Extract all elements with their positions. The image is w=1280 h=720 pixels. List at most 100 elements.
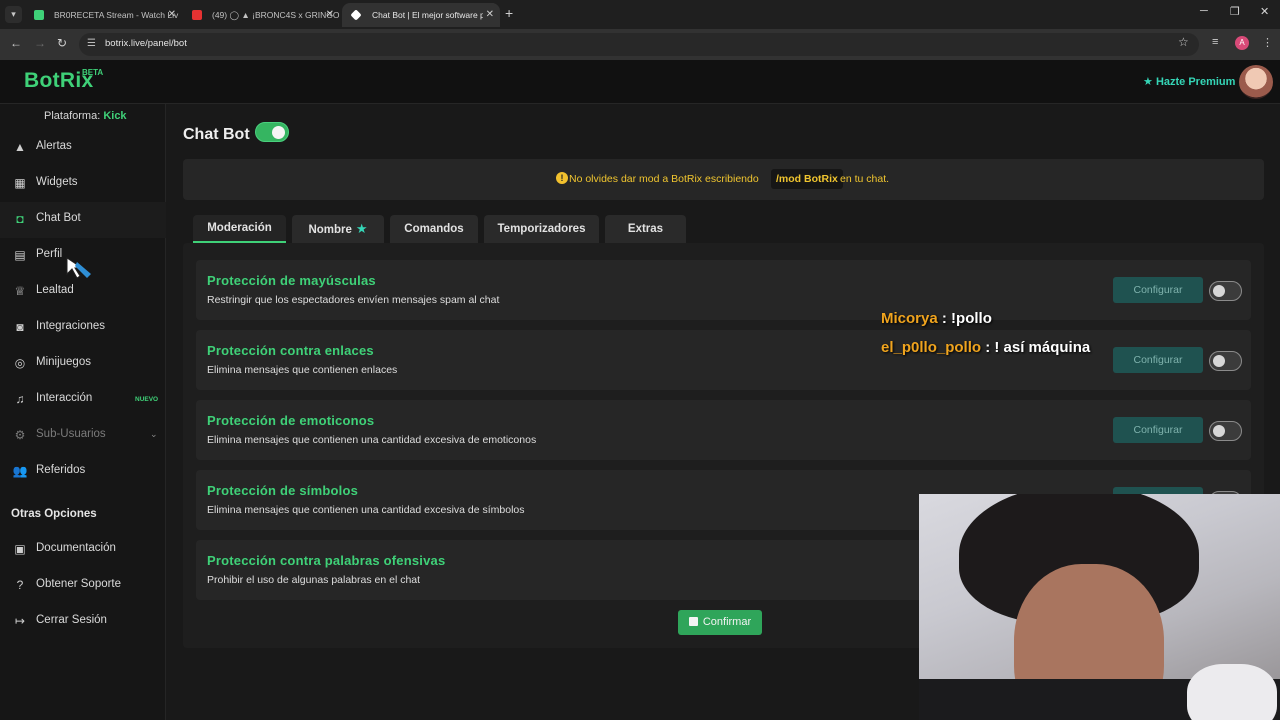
browser-tab-kick[interactable]: BR0RECETA Stream - Watch Liv ✕ [24, 3, 182, 27]
configure-button[interactable]: Configurar [1113, 277, 1203, 303]
tab-label: Moderación [207, 222, 272, 234]
grid-icon: ▦ [14, 176, 26, 190]
tab-comandos[interactable]: Comandos [390, 215, 478, 243]
tab-temporizadores[interactable]: Temporizadores [484, 215, 599, 243]
star-icon: ★ [1143, 76, 1153, 88]
sidebar-item-alertas[interactable]: ▲ Alertas [0, 130, 166, 166]
premium-star-icon: ★ [355, 221, 368, 236]
reading-list-icon[interactable]: ≡ [1212, 36, 1218, 48]
save-icon [688, 617, 698, 626]
gear-icon: ⚙ [14, 428, 26, 442]
protection-toggle[interactable] [1209, 421, 1242, 441]
chat-username: Micorya [881, 310, 938, 327]
notice-command: /mod BotRix [771, 169, 843, 189]
tab-nombre[interactable]: Nombre ★ [292, 215, 384, 243]
sidebar-item-label: Referidos [36, 464, 86, 476]
toggle-knob [1213, 285, 1225, 297]
toggle-knob [1213, 355, 1225, 367]
robot-icon: ◘ [16, 212, 24, 226]
sidebar-item-integraciones[interactable]: ◙ Integraciones [0, 310, 166, 346]
card-description: Restringir que los espectadores envíen m… [207, 294, 500, 306]
sidebar-item-sub-usuarios[interactable]: ⚙ Sub-Usuarios ⌄ [0, 418, 166, 454]
platform-label: Plataforma: [44, 110, 101, 122]
configure-button[interactable]: Configurar [1113, 347, 1203, 373]
mod-notice: ! No olvides dar mod a BotRix escribiend… [183, 159, 1264, 200]
card-title: Protección contra enlaces [207, 343, 374, 358]
sidebar-item-minijuegos[interactable]: ◎ Minijuegos [0, 346, 166, 382]
botrix-favicon-icon [350, 9, 362, 21]
card-title: Protección de emoticonos [207, 413, 375, 428]
tab-search-icon[interactable]: ▾ [5, 6, 22, 23]
chat-bot-toggle[interactable] [255, 122, 289, 142]
confirm-button[interactable]: Confirmar [678, 610, 762, 635]
card-mayusculas: Protección de mayúsculas Restringir que … [196, 260, 1251, 320]
protection-toggle[interactable] [1209, 281, 1242, 301]
app-header: BotRix BETA ★ Hazte Premium [0, 60, 1280, 104]
card-emoticonos: Protección de emoticonos Elimina mensaje… [196, 400, 1251, 460]
forward-icon[interactable]: → [34, 36, 46, 50]
sidebar-item-soporte[interactable]: ? Obtener Soporte [0, 568, 166, 604]
back-icon[interactable]: ← [10, 36, 22, 50]
gamepad-icon: ◎ [14, 356, 26, 370]
tab-close-icon[interactable]: ✕ [168, 3, 176, 27]
chevron-down-icon: ⌄ [150, 429, 158, 439]
tab-title: (49) ◯ ▲ ¡BRONC4S x GRINGO [212, 10, 340, 20]
site-info-icon[interactable]: ☰ [87, 38, 99, 50]
tab-title: BR0RECETA Stream - Watch Liv [54, 10, 179, 20]
browser-tab-botrix[interactable]: Chat Bot | El mejor software pa ✕ [342, 3, 500, 27]
user-avatar[interactable] [1239, 65, 1273, 99]
confirm-label: Confirmar [702, 616, 752, 628]
mouse-cursor-icon [66, 257, 91, 279]
youtube-favicon-icon [192, 10, 202, 20]
tab-title: Chat Bot | El mejor software pa [372, 10, 490, 20]
id-card-icon: ▤ [14, 248, 26, 262]
sidebar-item-referidos[interactable]: 👥 Referidos [0, 454, 166, 490]
card-title: Protección de símbolos [207, 483, 359, 498]
minimize-icon[interactable]: ─ [1200, 5, 1208, 17]
notice-text-end: en tu chat. [840, 173, 890, 185]
bookmark-star-icon[interactable]: ☆ [1178, 35, 1189, 49]
menu-kebab-icon[interactable]: ⋮ [1262, 36, 1273, 49]
chat-username: el_p0llo_pollo [881, 339, 982, 356]
card-title: Protección contra palabras ofensivas [207, 553, 446, 568]
reload-icon[interactable]: ↻ [57, 36, 67, 50]
tab-label: Temporizadores [497, 223, 586, 235]
question-icon: ? [16, 578, 24, 592]
restore-icon[interactable]: ❐ [1230, 5, 1240, 18]
page-title: Chat Bot [183, 126, 250, 143]
notice-text: No olvides dar mod a BotRix escribiendo [569, 173, 759, 185]
chat-message: Micorya : !pollo [881, 310, 992, 327]
tab-extras[interactable]: Extras [605, 215, 686, 243]
configure-button[interactable]: Configurar [1113, 417, 1203, 443]
new-tab-icon[interactable]: + [505, 5, 513, 21]
sidebar-item-label: Minijuegos [36, 356, 91, 368]
premium-label: Hazte Premium [1155, 76, 1236, 88]
tab-label: Extras [627, 223, 664, 235]
sidebar-item-label: Documentación [36, 542, 116, 554]
sidebar-item-label: Cerrar Sesión [36, 614, 107, 626]
window-close-icon[interactable]: ✕ [1260, 5, 1269, 18]
sidebar-item-documentacion[interactable]: ▣ Documentación [0, 532, 166, 568]
logout-icon: ↦ [14, 614, 26, 628]
tab-close-icon[interactable]: ✕ [482, 3, 494, 27]
sidebar-item-chat-bot[interactable]: ◘ Chat Bot [0, 202, 166, 238]
profile-avatar[interactable]: A [1235, 36, 1249, 50]
address-bar[interactable]: ☰ botrix.live/panel/bot [79, 33, 1199, 56]
tab-close-icon[interactable]: ✕ [326, 3, 334, 27]
premium-link[interactable]: ★ Hazte Premium [1143, 75, 1235, 88]
protection-toggle[interactable] [1209, 351, 1242, 371]
book-icon: ▣ [14, 542, 26, 556]
toggle-knob [1213, 425, 1225, 437]
browser-toolbar: ← → ↻ ☰ botrix.live/panel/bot ☆ ≡ A ⋮ [0, 29, 1280, 60]
sidebar-item-cerrar-sesion[interactable]: ↦ Cerrar Sesión [0, 604, 166, 640]
sidebar-item-label: Interacción [36, 392, 93, 404]
browser-tab-youtube[interactable]: (49) ◯ ▲ ¡BRONC4S x GRINGO ✕ [182, 3, 340, 27]
warning-icon: ▲ [14, 140, 26, 154]
chat-text: : ! así máquina [985, 339, 1091, 356]
sidebar-item-widgets[interactable]: ▦ Widgets [0, 166, 166, 202]
tab-moderacion[interactable]: Moderación [193, 215, 286, 243]
toggle-knob [272, 126, 285, 139]
sidebar-item-interaccion[interactable]: ♫ Interacción NUEVO [0, 382, 166, 418]
sidebar-item-label: Widgets [36, 176, 78, 188]
browser-tabstrip: ▾ BR0RECETA Stream - Watch Liv ✕ (49) ◯ … [0, 0, 1280, 29]
